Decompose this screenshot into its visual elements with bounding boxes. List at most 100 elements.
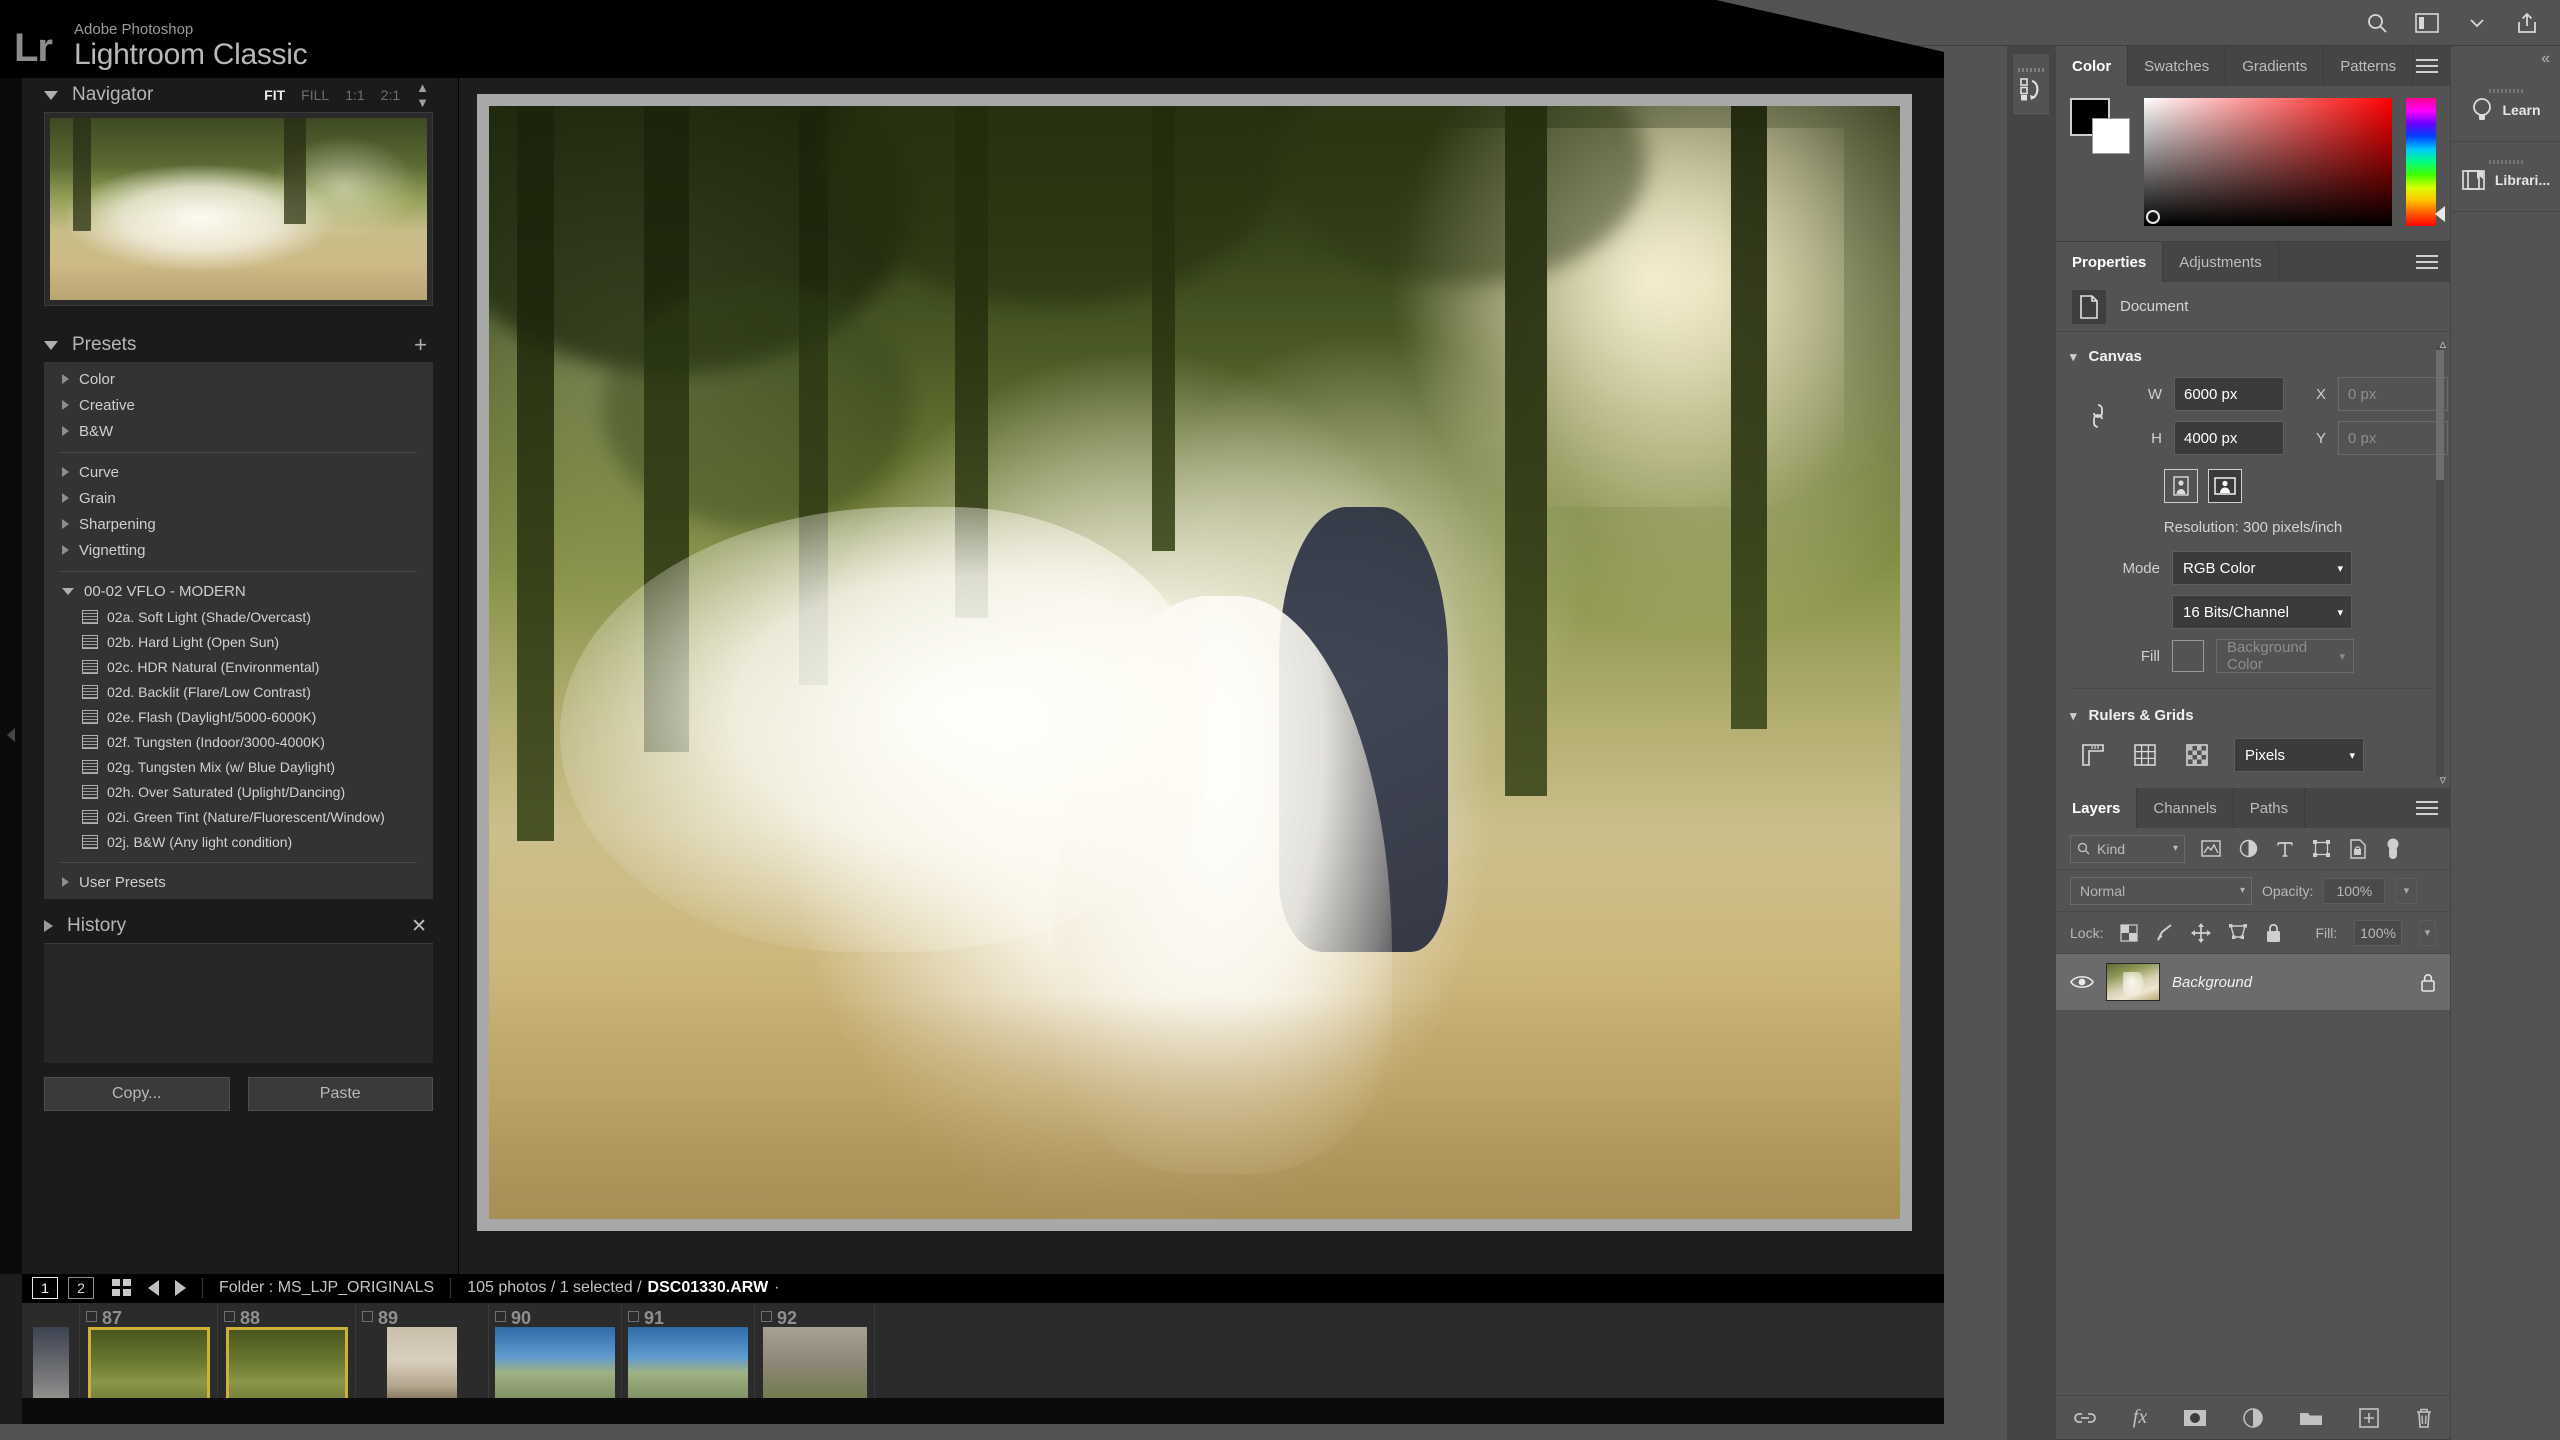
delete-layer-icon[interactable] xyxy=(2415,1408,2433,1428)
ruler-icon[interactable] xyxy=(2078,740,2108,770)
left-panel-edge[interactable] xyxy=(0,78,22,1274)
tab-gradients[interactable]: Gradients xyxy=(2226,46,2325,86)
preset-group-creative[interactable]: Creative xyxy=(44,392,433,418)
zoom-2-1-button[interactable]: 2:1 xyxy=(381,87,400,103)
new-layer-icon[interactable] xyxy=(2359,1407,2380,1428)
tab-properties[interactable]: Properties xyxy=(2056,242,2164,282)
lock-transparency-icon[interactable] xyxy=(2120,923,2139,942)
blend-mode-select[interactable]: Normal ▾ xyxy=(2070,876,2252,905)
canvas-y-input[interactable]: 0 px xyxy=(2338,421,2448,455)
preset-group-color[interactable]: Color xyxy=(44,366,433,392)
color-panel-menu-icon[interactable] xyxy=(2416,46,2438,86)
shape-filter-icon[interactable] xyxy=(2312,839,2331,858)
grid-view-icon[interactable] xyxy=(112,1279,132,1297)
filmstrip-flag-icon[interactable] xyxy=(362,1311,373,1322)
layers-panel-menu-icon[interactable] xyxy=(2416,788,2438,828)
filmstrip-flag-icon[interactable] xyxy=(628,1311,639,1322)
pixel-filter-icon[interactable] xyxy=(2201,840,2221,857)
lock-artboard-icon[interactable] xyxy=(2228,923,2248,942)
zoom-1-1-button[interactable]: 1:1 xyxy=(345,87,364,103)
list-item[interactable]: 02a. Soft Light (Shade/Overcast) xyxy=(44,604,433,629)
screen-mode-2-button[interactable]: 2 xyxy=(68,1277,94,1299)
hue-slider[interactable] xyxy=(2406,98,2445,226)
preset-group-sharpening[interactable]: Sharpening xyxy=(44,511,433,537)
filmstrip-flag-icon[interactable] xyxy=(86,1311,97,1322)
workspace-icon[interactable] xyxy=(2412,8,2442,38)
list-item[interactable]: 02g. Tungsten Mix (w/ Blue Daylight) xyxy=(44,754,433,779)
copy-button[interactable]: Copy... xyxy=(44,1077,230,1111)
history-header[interactable]: History ✕ xyxy=(44,909,433,943)
preset-group-vignetting[interactable]: Vignetting xyxy=(44,537,433,563)
lock-all-icon[interactable] xyxy=(2265,923,2282,943)
layer-style-fx-icon[interactable]: fx xyxy=(2133,1406,2147,1429)
history-states-icon[interactable] xyxy=(2013,54,2049,116)
filmstrip-flag-icon[interactable] xyxy=(224,1311,235,1322)
back-arrow-icon[interactable] xyxy=(148,1280,159,1296)
preset-group-user-presets[interactable]: User Presets xyxy=(44,869,433,895)
filmstrip-flag-icon[interactable] xyxy=(495,1311,506,1322)
rail-collapse-button[interactable]: « xyxy=(2451,46,2560,72)
color-swatch-stack[interactable] xyxy=(2070,98,2130,156)
triangle-down-icon[interactable] xyxy=(44,340,58,350)
layer-filter-kind-select[interactable]: Kind ▾ xyxy=(2070,834,2185,863)
link-dimensions-icon[interactable] xyxy=(2080,401,2116,431)
filmstrip-flag-icon[interactable] xyxy=(761,1311,772,1322)
plus-icon[interactable]: + xyxy=(414,332,433,358)
tab-channels[interactable]: Channels xyxy=(2137,788,2234,828)
triangle-right-icon[interactable] xyxy=(44,920,53,932)
rulers-section-header[interactable]: ▾ Rulers & Grids xyxy=(2056,699,2450,732)
properties-panel-menu-icon[interactable] xyxy=(2416,242,2438,282)
tab-color[interactable]: Color xyxy=(2056,46,2129,86)
fill-value[interactable]: 100% xyxy=(2354,919,2402,946)
preset-group-grain[interactable]: Grain xyxy=(44,485,433,511)
tab-patterns[interactable]: Patterns xyxy=(2324,46,2414,86)
navigator-preview[interactable] xyxy=(44,112,433,306)
adjustment-layer-icon[interactable] xyxy=(2243,1407,2263,1428)
canvas-w-input[interactable]: 6000 px xyxy=(2174,377,2284,411)
link-layers-icon[interactable] xyxy=(2073,1411,2097,1425)
tab-swatches[interactable]: Swatches xyxy=(2128,46,2227,86)
scroll-up-caret-icon[interactable]: ▵ xyxy=(2439,336,2446,352)
filter-toggle-icon[interactable] xyxy=(2385,838,2401,860)
canvas-x-input[interactable]: 0 px xyxy=(2338,377,2448,411)
opacity-value[interactable]: 100% xyxy=(2323,877,2386,904)
tab-layers[interactable]: Layers xyxy=(2056,788,2138,828)
list-item[interactable]: 02e. Flash (Daylight/5000-6000K) xyxy=(44,704,433,729)
grid-icon[interactable] xyxy=(2130,740,2160,770)
properties-scrollbar-thumb[interactable] xyxy=(2436,350,2444,480)
canvas-section-header[interactable]: ▾ Canvas xyxy=(2056,340,2450,373)
list-item[interactable]: 02d. Backlit (Flare/Low Contrast) xyxy=(44,679,433,704)
list-item[interactable]: 02i. Green Tint (Nature/Fluorescent/Wind… xyxy=(44,804,433,829)
background-color-swatch[interactable] xyxy=(2092,118,2130,154)
fill-dropdown-icon[interactable]: ▾ xyxy=(2418,919,2436,946)
share-icon[interactable] xyxy=(2512,8,2542,38)
table-row[interactable]: Background xyxy=(2056,954,2450,1010)
scroll-down-caret-icon[interactable]: ▿ xyxy=(2439,772,2446,788)
close-icon[interactable]: ✕ xyxy=(411,915,433,938)
list-item[interactable]: 02j. B&W (Any light condition) xyxy=(44,829,433,854)
color-field-picker[interactable] xyxy=(2144,98,2392,226)
canvas-fill-select[interactable]: Background Color ▾ xyxy=(2216,639,2354,673)
navigator-header[interactable]: Navigator FIT FILL 1:1 2:1 ▲ ▼ xyxy=(44,78,433,112)
landscape-orientation-button[interactable] xyxy=(2208,469,2242,503)
canvas-h-input[interactable]: 4000 px xyxy=(2174,421,2284,455)
list-item[interactable]: 02c. HDR Natural (Environmental) xyxy=(44,654,433,679)
chevron-down-icon[interactable] xyxy=(2462,8,2492,38)
search-icon[interactable] xyxy=(2362,8,2392,38)
layer-name[interactable]: Background xyxy=(2172,974,2408,991)
portrait-orientation-button[interactable] xyxy=(2164,469,2198,503)
rail-item-libraries[interactable]: Librari... xyxy=(2451,142,2560,212)
zoom-fit-button[interactable]: FIT xyxy=(264,87,285,103)
canvas-fill-swatch[interactable] xyxy=(2172,640,2204,672)
layer-visibility-eye-icon[interactable] xyxy=(2070,974,2094,990)
canvas-mode-select[interactable]: RGB Color ▾ xyxy=(2172,551,2352,585)
opacity-dropdown-icon[interactable]: ▾ xyxy=(2395,877,2418,904)
new-group-icon[interactable] xyxy=(2299,1409,2323,1427)
type-filter-icon[interactable] xyxy=(2276,840,2294,858)
preset-group-bw[interactable]: B&W xyxy=(44,418,433,444)
transparency-grid-icon[interactable] xyxy=(2182,740,2212,770)
tab-adjustments[interactable]: Adjustments xyxy=(2163,242,2279,282)
preset-group-curve[interactable]: Curve xyxy=(44,459,433,485)
list-item[interactable]: 02h. Over Saturated (Uplight/Dancing) xyxy=(44,779,433,804)
list-item[interactable]: 02b. Hard Light (Open Sun) xyxy=(44,629,433,654)
